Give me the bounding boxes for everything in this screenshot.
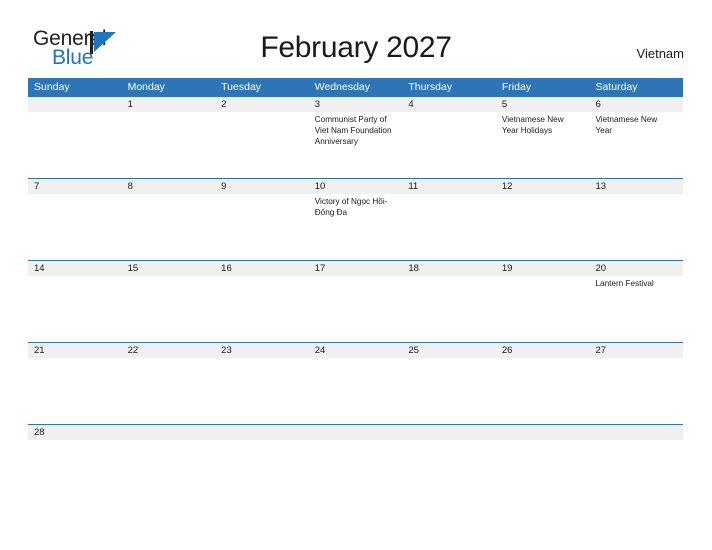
day-number[interactable]: 8 <box>122 179 216 194</box>
weekday-header-row: Sunday Monday Tuesday Wednesday Thursday… <box>28 78 683 96</box>
day-event <box>122 276 216 342</box>
day-event <box>215 194 309 260</box>
week-date-band: 1 2 3 4 5 6 <box>28 97 683 112</box>
day-event <box>402 112 496 178</box>
day-number[interactable] <box>496 425 590 440</box>
day-event <box>28 112 122 178</box>
day-number[interactable]: 19 <box>496 261 590 276</box>
day-number[interactable]: 9 <box>215 179 309 194</box>
country-label: Vietnam <box>636 46 684 61</box>
day-event <box>309 276 403 342</box>
day-number[interactable] <box>309 425 403 440</box>
day-number[interactable]: 3 <box>309 97 403 112</box>
day-number[interactable]: 20 <box>589 261 683 276</box>
day-number[interactable]: 5 <box>496 97 590 112</box>
weekday-saturday: Saturday <box>595 81 638 93</box>
day-number[interactable]: 10 <box>309 179 403 194</box>
day-event <box>215 358 309 424</box>
weekday-friday: Friday <box>501 81 532 93</box>
day-event <box>589 358 683 424</box>
day-number[interactable]: 12 <box>496 179 590 194</box>
day-event: Lantern Festival <box>595 279 654 288</box>
day-event <box>215 276 309 342</box>
calendar-grid: Sunday Monday Tuesday Wednesday Thursday… <box>28 78 683 440</box>
page-title: February 2027 <box>260 31 452 64</box>
day-event: Victory of Ngọc Hồi-Đống Đa <box>314 197 388 218</box>
week-row: 7 8 9 10 11 12 13 Victory of Ngọc Hồi-Đố… <box>28 178 683 260</box>
day-number[interactable]: 25 <box>402 343 496 358</box>
day-number[interactable]: 18 <box>402 261 496 276</box>
week-event-band: Communist Party of Viet Nam Foundation A… <box>28 112 683 178</box>
day-number[interactable]: 24 <box>309 343 403 358</box>
day-event <box>28 194 122 260</box>
week-row: 1 2 3 4 5 6 Communist Party of Viet Nam … <box>28 96 683 178</box>
day-event <box>402 194 496 260</box>
page-header: General Blue February 2027 Vietnam <box>0 0 712 76</box>
day-event <box>402 276 496 342</box>
day-number[interactable]: 15 <box>122 261 216 276</box>
day-number[interactable]: 17 <box>309 261 403 276</box>
week-event-band: Victory of Ngọc Hồi-Đống Đa <box>28 194 683 260</box>
day-number[interactable]: 1 <box>122 97 216 112</box>
day-event <box>122 194 216 260</box>
day-number[interactable]: 2 <box>215 97 309 112</box>
day-number[interactable]: 26 <box>496 343 590 358</box>
day-event: Communist Party of Viet Nam Foundation A… <box>314 115 392 147</box>
weekday-monday: Monday <box>127 81 165 93</box>
day-number[interactable]: 7 <box>28 179 122 194</box>
day-number[interactable]: 13 <box>589 179 683 194</box>
day-event <box>28 358 122 424</box>
day-number[interactable]: 23 <box>215 343 309 358</box>
day-number[interactable]: 21 <box>28 343 122 358</box>
week-date-band: 14 15 16 17 18 19 20 <box>28 261 683 276</box>
day-event <box>589 194 683 260</box>
week-event-band <box>28 358 683 424</box>
day-event <box>496 276 590 342</box>
day-number[interactable]: 27 <box>589 343 683 358</box>
day-number[interactable]: 22 <box>122 343 216 358</box>
day-event: Vietnamese New Year <box>595 115 658 136</box>
day-event <box>215 112 309 178</box>
day-number[interactable]: 6 <box>589 97 683 112</box>
day-number[interactable]: 11 <box>402 179 496 194</box>
day-number[interactable] <box>215 425 309 440</box>
week-date-band: 7 8 9 10 11 12 13 <box>28 179 683 194</box>
day-event: Vietnamese New Year Holidays <box>501 115 564 136</box>
week-date-band: 21 22 23 24 25 26 27 <box>28 343 683 358</box>
day-number[interactable]: 14 <box>28 261 122 276</box>
week-row: 28 <box>28 424 683 440</box>
day-event <box>402 358 496 424</box>
day-event <box>309 358 403 424</box>
day-number[interactable] <box>589 425 683 440</box>
day-number[interactable] <box>122 425 216 440</box>
day-event <box>122 112 216 178</box>
day-number[interactable]: 28 <box>28 425 122 440</box>
weekday-thursday: Thursday <box>408 81 453 93</box>
day-number[interactable] <box>28 97 122 112</box>
day-event <box>28 276 122 342</box>
day-event <box>496 194 590 260</box>
week-date-band: 28 <box>28 425 683 440</box>
week-row: 21 22 23 24 25 26 27 <box>28 342 683 424</box>
weekday-sunday: Sunday <box>34 81 70 93</box>
day-event <box>122 358 216 424</box>
weekday-wednesday: Wednesday <box>314 81 370 93</box>
weekday-tuesday: Tuesday <box>221 81 262 93</box>
day-number[interactable]: 4 <box>402 97 496 112</box>
day-number[interactable]: 16 <box>215 261 309 276</box>
week-event-band: Lantern Festival <box>28 276 683 342</box>
week-row: 14 15 16 17 18 19 20 Lantern Festival <box>28 260 683 342</box>
day-number[interactable] <box>402 425 496 440</box>
day-event <box>496 358 590 424</box>
